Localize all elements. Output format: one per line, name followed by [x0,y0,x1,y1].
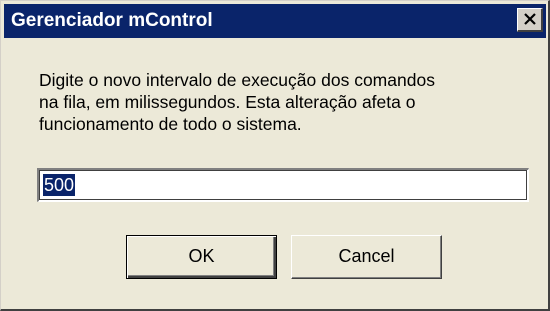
message-line: Digite o novo intervalo de execução dos … [39,70,435,90]
interval-input[interactable]: 500 [37,168,529,202]
dialog-window: Gerenciador mControl Digite o novo inter… [0,0,550,311]
dialog-message: Digite o novo intervalo de execução dos … [39,69,539,135]
close-icon [524,13,536,25]
ok-button-label: OK [188,246,215,266]
window-title: Gerenciador mControl [11,10,213,31]
title-bar[interactable]: Gerenciador mControl [4,4,546,38]
message-line: na fila, em milissegundos. Esta alteraçã… [39,92,416,112]
interval-input-value[interactable]: 500 [43,174,76,196]
ok-button[interactable]: OK [126,235,277,279]
cancel-button[interactable]: Cancel [291,235,442,279]
message-line: funcionamento de todo o sistema. [39,114,302,134]
close-button[interactable] [517,8,543,32]
cancel-button-label: Cancel [338,246,395,266]
